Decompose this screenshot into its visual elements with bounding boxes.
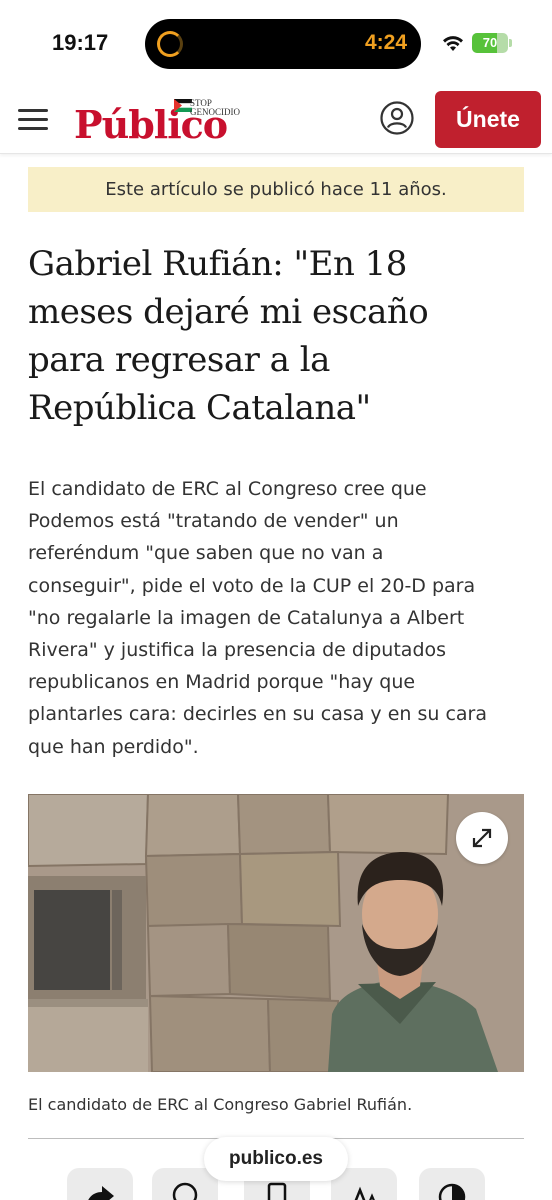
share-button[interactable] (67, 1168, 133, 1200)
wifi-icon (443, 36, 463, 51)
user-account-icon[interactable] (380, 101, 414, 135)
status-time: 19:17 (52, 30, 109, 55)
article-age-notice: Este artículo se publicó hace 11 años. (28, 167, 524, 212)
menu-icon[interactable] (18, 104, 50, 134)
timer-ring-icon (157, 31, 183, 57)
logo-tagline: STOP GENOCIDIO (190, 99, 240, 117)
dynamic-island[interactable]: 4:24 (145, 19, 421, 69)
logo-tagline-genocidio: GENOCIDIO (190, 107, 240, 117)
battery-indicator: 70 (472, 33, 508, 53)
battery-tip (509, 39, 512, 47)
bookmark-icon (267, 1182, 287, 1200)
article-lead: El candidato de ERC al Congreso cree que… (28, 478, 488, 758)
contrast-icon (438, 1183, 466, 1200)
text-size-icon (354, 1186, 375, 1200)
join-button[interactable]: Únete (435, 91, 541, 148)
expand-icon (472, 828, 492, 848)
comment-icon (172, 1182, 198, 1200)
battery-level: 70 (482, 35, 498, 50)
status-bar: 19:17 4:24 70 (0, 0, 552, 88)
expand-image-button[interactable] (456, 812, 508, 864)
activity-timer: 4:24 (364, 31, 407, 54)
url-bar[interactable]: publico.es (204, 1137, 348, 1181)
photo-caption: El candidato de ERC al Congreso Gabriel … (28, 1095, 413, 1114)
article-headline: Gabriel Rufián: "En 18 meses dejaré mi e… (28, 244, 429, 428)
contrast-button[interactable] (419, 1168, 485, 1200)
share-icon (88, 1186, 114, 1200)
photo-illustration (28, 794, 524, 1072)
site-header: Público STOP GENOCIDIO Únete (0, 88, 552, 154)
article-photo[interactable] (28, 794, 524, 1072)
